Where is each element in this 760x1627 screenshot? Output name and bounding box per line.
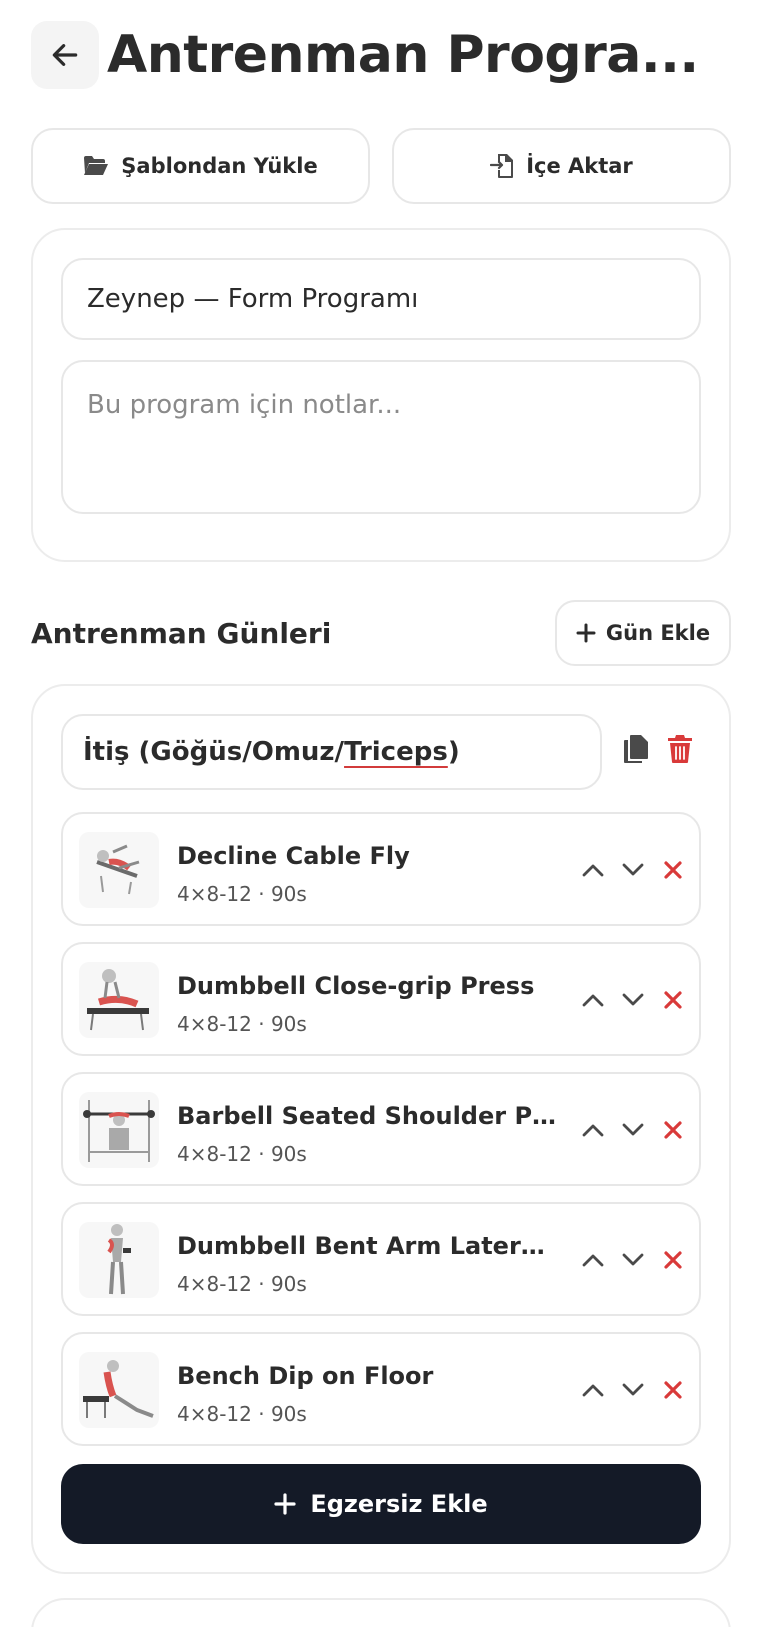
exercise-name: Dumbbell Bent Arm Lateral Raise xyxy=(177,1232,557,1260)
exercise-item[interactable]: Bench Dip on Floor 4×8-12 · 90s xyxy=(61,1332,701,1446)
exercise-illustration xyxy=(83,1100,155,1162)
exercise-thumbnail xyxy=(79,962,159,1038)
chevron-down-icon xyxy=(622,863,644,876)
section-title: Antrenman Günleri xyxy=(31,616,332,650)
remove-exercise-button[interactable] xyxy=(659,856,687,884)
exercise-item[interactable]: Decline Cable Fly 4×8-12 · 90s xyxy=(61,812,701,926)
move-down-button[interactable] xyxy=(619,1116,647,1144)
page-title: Antrenman Progra... xyxy=(107,25,699,85)
exercise-name: Decline Cable Fly xyxy=(177,842,410,870)
exercise-controls xyxy=(579,1246,687,1274)
close-icon xyxy=(664,991,682,1009)
chevron-down-icon xyxy=(622,1123,644,1136)
chevron-up-icon xyxy=(582,1254,604,1267)
plus-icon xyxy=(274,1493,296,1515)
arrow-left-icon xyxy=(52,44,78,66)
plus-icon xyxy=(576,623,596,643)
folder-open-icon xyxy=(84,156,109,175)
chevron-up-icon xyxy=(582,994,604,1007)
exercise-meta: 4×8-12 · 90s xyxy=(177,1402,307,1426)
page-header: Antrenman Progra... xyxy=(31,20,731,90)
move-down-button[interactable] xyxy=(619,856,647,884)
exercise-name: Dumbbell Close-grip Press xyxy=(177,972,535,1000)
exercise-thumbnail xyxy=(79,1222,159,1298)
import-label: İçe Aktar xyxy=(526,154,633,178)
import-button[interactable]: İçe Aktar xyxy=(392,128,731,204)
remove-exercise-button[interactable] xyxy=(659,1116,687,1144)
top-actions: Şablondan Yükle İçe Aktar xyxy=(31,128,731,204)
day-name-prefix: İtiş (Göğüs/Omuz/ xyxy=(83,737,345,767)
back-button[interactable] xyxy=(31,21,99,89)
exercise-illustration xyxy=(87,969,149,1031)
program-notes-textarea[interactable]: Bu program için notlar... xyxy=(61,360,701,514)
chevron-up-icon xyxy=(582,1124,604,1137)
chevron-down-icon xyxy=(622,1253,644,1266)
exercise-item[interactable]: Barbell Seated Shoulder Press 4×8-12 · 9… xyxy=(61,1072,701,1186)
exercise-meta: 4×8-12 · 90s xyxy=(177,1142,307,1166)
close-icon xyxy=(664,1251,682,1269)
move-down-button[interactable] xyxy=(619,1376,647,1404)
chevron-up-icon xyxy=(582,864,604,877)
exercise-controls xyxy=(579,986,687,1014)
exercise-meta: 4×8-12 · 90s xyxy=(177,1012,307,1036)
file-import-icon xyxy=(490,154,514,178)
copy-icon[interactable] xyxy=(623,734,649,764)
move-up-button[interactable] xyxy=(579,1376,607,1404)
remove-exercise-button[interactable] xyxy=(659,1376,687,1404)
exercise-illustration xyxy=(96,844,140,895)
exercise-meta: 4×8-12 · 90s xyxy=(177,882,307,906)
move-down-button[interactable] xyxy=(619,1246,647,1274)
load-template-button[interactable]: Şablondan Yükle xyxy=(31,128,370,204)
trash-icon[interactable] xyxy=(667,734,693,764)
add-exercise-label: Egzersiz Ekle xyxy=(310,1490,488,1518)
day-actions xyxy=(623,734,693,764)
exercise-name: Barbell Seated Shoulder Press xyxy=(177,1102,557,1130)
add-day-button[interactable]: Gün Ekle xyxy=(555,600,731,666)
exercise-illustration xyxy=(83,1360,154,1418)
training-days-header: Antrenman Günleri Gün Ekle xyxy=(31,600,731,666)
chevron-down-icon xyxy=(622,1383,644,1396)
remove-exercise-button[interactable] xyxy=(659,986,687,1014)
exercise-thumbnail xyxy=(79,1352,159,1428)
exercise-controls xyxy=(579,1376,687,1404)
close-icon xyxy=(664,861,682,879)
exercise-controls xyxy=(579,856,687,884)
exercise-controls xyxy=(579,1116,687,1144)
day-name-suffix: ) xyxy=(447,737,460,767)
load-template-label: Şablondan Yükle xyxy=(121,154,318,178)
exercise-illustration xyxy=(107,1224,131,1295)
chevron-down-icon xyxy=(622,993,644,1006)
exercise-item[interactable]: Dumbbell Bent Arm Lateral Raise 4×8-12 ·… xyxy=(61,1202,701,1316)
chevron-up-icon xyxy=(582,1384,604,1397)
next-day-card xyxy=(31,1598,731,1627)
move-up-button[interactable] xyxy=(579,1116,607,1144)
close-icon xyxy=(664,1381,682,1399)
close-icon xyxy=(664,1121,682,1139)
move-down-button[interactable] xyxy=(619,986,647,1014)
day-name-input[interactable]: İtiş (Göğüs/Omuz/Triceps) xyxy=(61,714,602,790)
program-name-input[interactable]: Zeynep — Form Programı xyxy=(61,258,701,340)
exercise-name: Bench Dip on Floor xyxy=(177,1362,434,1390)
add-day-label: Gün Ekle xyxy=(605,621,711,645)
move-up-button[interactable] xyxy=(579,986,607,1014)
training-day-card: İtiş (Göğüs/Omuz/Triceps) Decline Cable … xyxy=(31,684,731,1574)
add-exercise-button[interactable]: Egzersiz Ekle xyxy=(61,1464,701,1544)
exercise-thumbnail xyxy=(79,832,159,908)
remove-exercise-button[interactable] xyxy=(659,1246,687,1274)
move-up-button[interactable] xyxy=(579,856,607,884)
exercise-item[interactable]: Dumbbell Close-grip Press 4×8-12 · 90s xyxy=(61,942,701,1056)
day-name-underlined: Triceps xyxy=(344,737,448,767)
program-info-card: Zeynep — Form Programı Bu program için n… xyxy=(31,228,731,562)
exercise-meta: 4×8-12 · 90s xyxy=(177,1272,307,1296)
move-up-button[interactable] xyxy=(579,1246,607,1274)
exercise-thumbnail xyxy=(79,1092,159,1168)
